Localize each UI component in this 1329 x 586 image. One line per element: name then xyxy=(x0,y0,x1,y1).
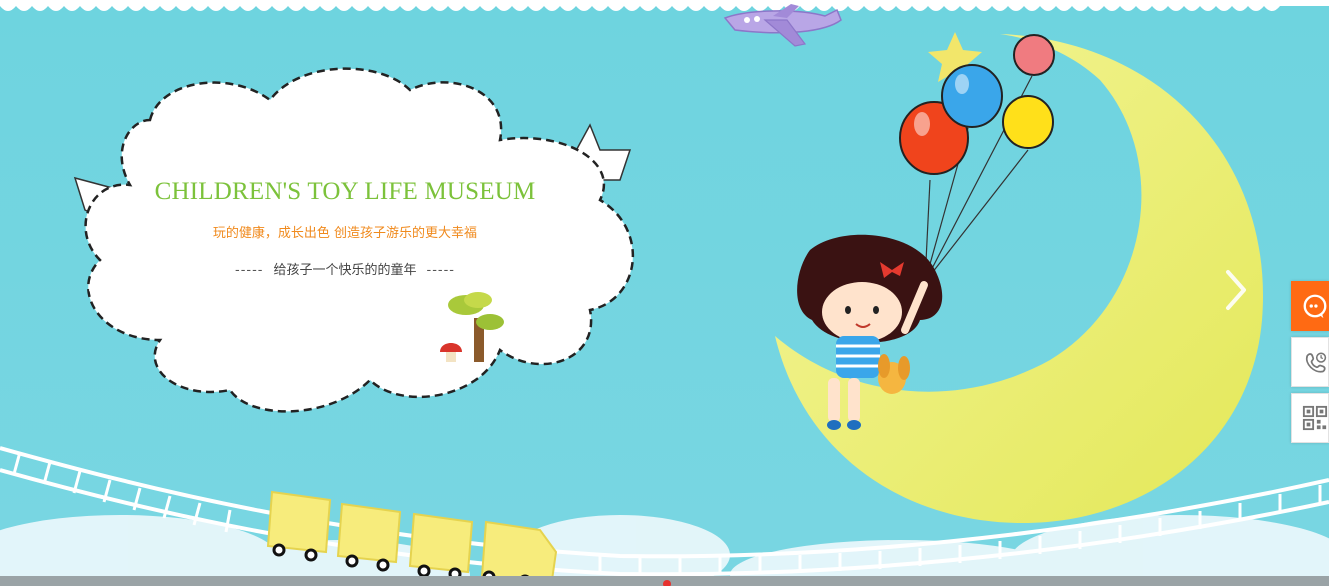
slogan-dash-right: ----- xyxy=(426,263,455,278)
banner-headline: CHILDREN'S TOY LIFE MUSEUM xyxy=(154,178,536,205)
scalloped-border xyxy=(0,0,1329,11)
chevron-right-icon xyxy=(1226,270,1246,310)
qr-code-button[interactable] xyxy=(1291,393,1329,443)
qr-code-icon xyxy=(1302,405,1328,431)
slogan-text: 给孩子一个快乐的的童年 xyxy=(273,263,417,278)
carousel-prev-button[interactable] xyxy=(82,266,116,314)
floating-toolbar xyxy=(1291,281,1329,449)
hero-banner: CHILDREN'S TOY LIFE MUSEUM 玩的健康，成长出色 创造孩… xyxy=(0,0,1329,586)
chevron-left-icon xyxy=(89,270,109,310)
phone-clock-icon xyxy=(1305,352,1327,373)
headset-icon xyxy=(1303,294,1327,319)
banner-illustration xyxy=(0,0,1329,586)
carousel-indicator-dot[interactable] xyxy=(663,580,671,586)
phone-button[interactable] xyxy=(1291,337,1329,387)
slogan-dash-left: ----- xyxy=(235,263,264,278)
banner-slogan: ----- 给孩子一个快乐的的童年 ----- xyxy=(110,259,580,278)
carousel-next-button[interactable] xyxy=(1219,266,1253,314)
banner-tagline: 玩的健康，成长出色 创造孩子游乐的更大幸福 xyxy=(212,226,478,241)
customer-service-button[interactable] xyxy=(1291,281,1329,331)
